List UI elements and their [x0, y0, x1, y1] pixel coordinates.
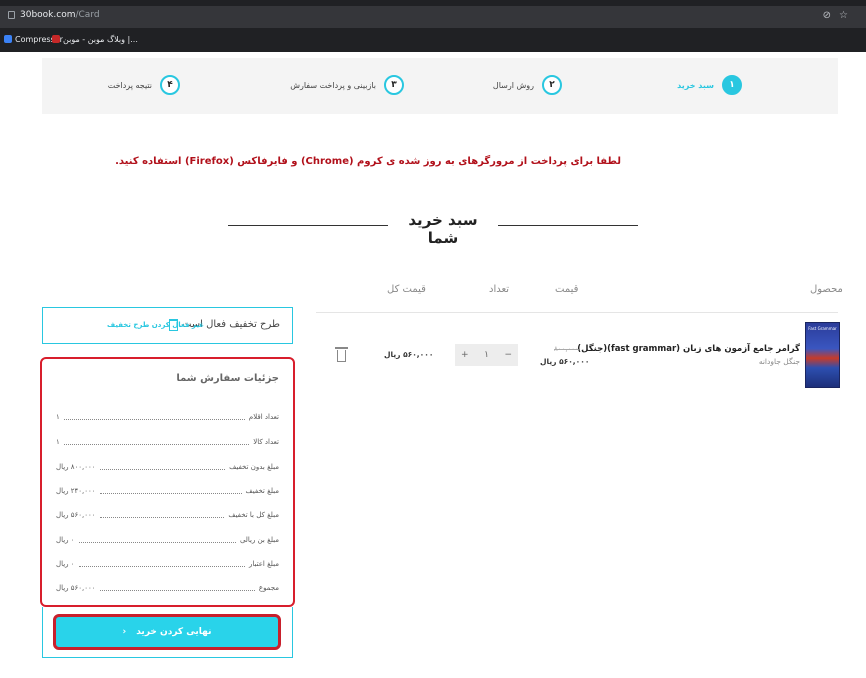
column-header-qty: تعداد	[489, 284, 510, 295]
checkout-label: نهایی کردن خرید	[136, 627, 212, 637]
summary-row: مجموع ۵۶۰,۰۰۰ ریال	[56, 584, 279, 592]
page-title-wrap: سبد خرید شما	[228, 208, 638, 247]
old-price: ۸۰۰,۰۰۰	[554, 345, 579, 353]
column-header-price: قیمت	[555, 284, 579, 295]
step-label: روش ارسال	[492, 80, 534, 90]
step-label: نتیجه پرداخت	[107, 80, 152, 90]
product-publisher: جنگل جاودانه	[758, 357, 800, 366]
product-image-text: Fast Grammar	[808, 326, 837, 331]
product-price: ۵۶۰,۰۰۰ ریال	[540, 357, 590, 366]
page-title: سبد خرید شما	[408, 211, 478, 247]
summary-row: تعداد اقلام ۱	[56, 413, 279, 421]
step-shipping[interactable]: ۲ روش ارسال	[493, 72, 562, 98]
bookmark-blog[interactable]: وبلاگ موبن - موبن |...	[52, 35, 138, 44]
qty-minus-button[interactable]: −	[504, 350, 512, 360]
step-number: ۲	[542, 75, 562, 95]
row-total-price: ۵۶۰,۰۰۰ ریال	[384, 350, 434, 359]
step-result[interactable]: ۴ نتیجه پرداخت	[108, 72, 180, 98]
quantity-stepper: + ۱ −	[455, 344, 518, 366]
disable-discount-link[interactable]: غیر فعال کردن طرح تخفیف	[107, 321, 204, 329]
address-bar-icons: ⊘☆	[822, 10, 856, 21]
step-label: سبد خرید	[677, 80, 714, 90]
title-divider	[498, 225, 638, 226]
summary-title: جزئیات سفارش شما	[176, 373, 279, 384]
summary-row: مبلغ کل با تخفیف ۵۶۰,۰۰۰ ریال	[56, 511, 279, 519]
lock-icon	[8, 11, 15, 19]
step-number: ۳	[384, 75, 404, 95]
trash-icon[interactable]	[335, 347, 348, 362]
bookmark-icon	[4, 35, 12, 43]
title-divider	[228, 225, 388, 226]
step-number: ۴	[160, 75, 180, 95]
table-divider	[316, 312, 838, 313]
checkout-button[interactable]: نهایی کردن خرید ‹	[53, 614, 281, 650]
bookmark-icon	[52, 35, 60, 43]
step-cart[interactable]: ۱ سبد خرید	[677, 72, 742, 98]
product-image[interactable]: Fast Grammar	[805, 322, 840, 388]
step-review-payment[interactable]: ۳ بازبینی و پرداخت سفارش	[290, 72, 404, 98]
column-header-total: قیمت کل	[387, 284, 426, 295]
address-bar[interactable]	[0, 6, 866, 28]
chevron-left-icon: ‹	[122, 627, 127, 637]
discount-box: طرح تخفیف فعال است. غیر فعال کردن طرح تخ…	[42, 307, 293, 344]
order-summary: جزئیات سفارش شما تعداد اقلام ۱ تعداد کالا…	[40, 357, 295, 607]
qty-plus-button[interactable]: +	[461, 350, 469, 360]
browser-warning: لطفا برای پرداخت از مرورگرهای به روز شده…	[115, 156, 621, 167]
browser-chrome: 30book.com/Card ⊘☆ Compressor وبلاگ موبن…	[0, 0, 866, 52]
address-text[interactable]: 30book.com/Card	[20, 10, 100, 20]
summary-row: مبلغ اعتبار ۰ ریال	[56, 560, 279, 568]
summary-row: تعداد کالا ۱	[56, 438, 279, 446]
summary-row: مبلغ بن ریالی ۰ ریال	[56, 536, 279, 544]
step-number: ۱	[722, 75, 742, 95]
checkout-steps: ۱ سبد خرید ۲ روش ارسال ۳ بازبینی و پرداخ…	[42, 58, 838, 114]
product-name[interactable]: گرامر جامع آزمون های زبان (fast grammar)…	[577, 344, 800, 354]
column-header-product: محصول	[810, 284, 843, 295]
step-label: بازبینی و پرداخت سفارش	[290, 80, 376, 90]
summary-row: مبلغ بدون تخفیف ۸۰۰,۰۰۰ ریال	[56, 463, 279, 471]
qty-value[interactable]: ۱	[484, 350, 489, 360]
summary-row: مبلغ تخفیف ۲۴۰,۰۰۰ ریال	[56, 487, 279, 495]
